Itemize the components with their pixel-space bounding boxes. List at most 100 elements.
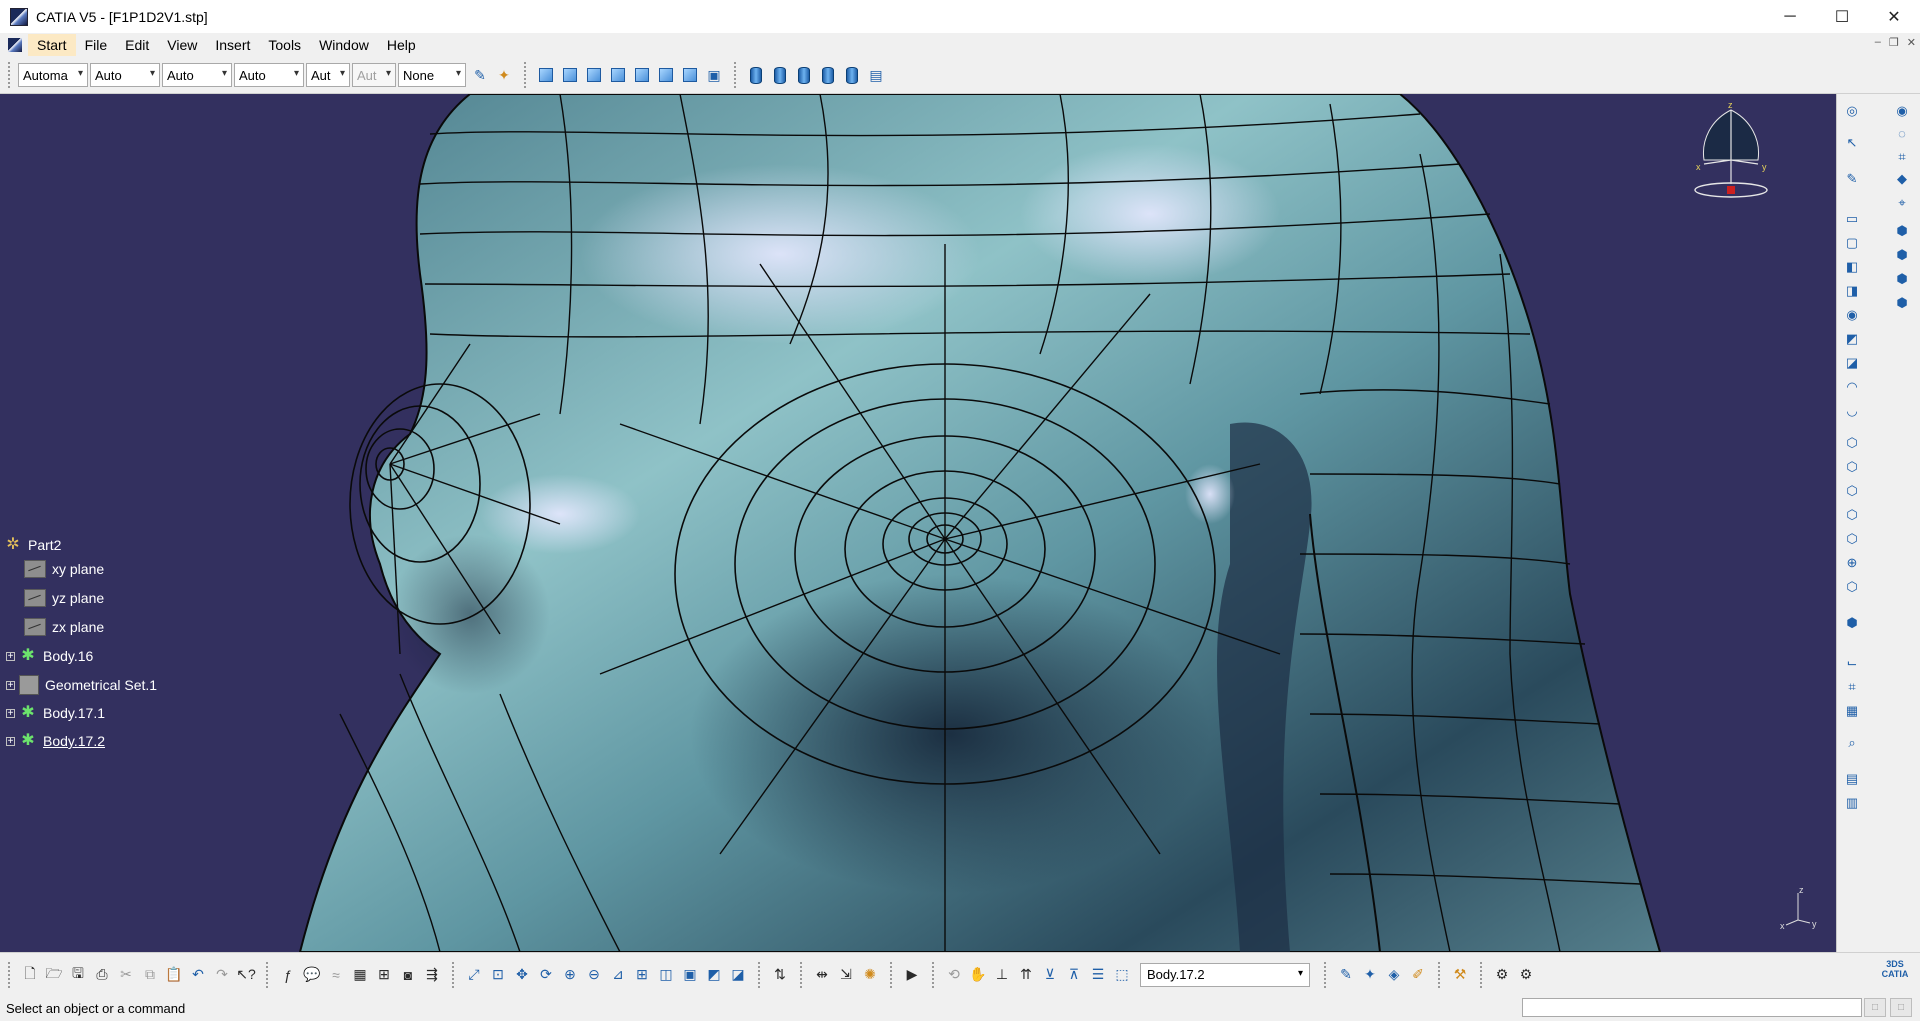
menu-view[interactable]: View: [158, 34, 206, 56]
save-icon[interactable]: 🖫: [68, 965, 88, 985]
expand-icon[interactable]: +: [6, 708, 15, 718]
tree-item-yz-plane[interactable]: yz plane: [24, 587, 104, 609]
measure-between-icon[interactable]: ⇅: [770, 965, 790, 985]
document-menu-icon[interactable]: [8, 37, 22, 52]
coordinates-icon[interactable]: ⇈: [1016, 965, 1036, 985]
render-icon[interactable]: ✦: [1360, 965, 1380, 985]
layer-combo[interactable]: None ▾: [398, 63, 466, 87]
named-views-icon[interactable]: ▣: [704, 65, 724, 85]
add-icon[interactable]: ⬢: [1893, 270, 1911, 288]
tree-item-zx-plane[interactable]: zx plane: [24, 616, 104, 638]
record-icon[interactable]: ◉: [1893, 102, 1911, 120]
expand-icon[interactable]: +: [6, 736, 15, 746]
tree-item-body-16[interactable]: + ✱ Body.16: [6, 645, 93, 667]
assemble-icon[interactable]: ⬢: [1893, 246, 1911, 264]
formula-fx-icon[interactable]: ƒ: [278, 965, 298, 985]
table-icon[interactable]: ▤: [1843, 770, 1861, 788]
paint-icon[interactable]: ✦: [494, 65, 514, 85]
boolean-icon[interactable]: ⬢: [1893, 222, 1911, 240]
status-button-2[interactable]: □: [1890, 998, 1912, 1017]
close-button[interactable]: ✕: [1868, 0, 1920, 33]
line-thickness-combo[interactable]: Auto ▾: [162, 63, 232, 87]
menu-file[interactable]: File: [76, 34, 117, 56]
material-icon[interactable]: ◈: [1384, 965, 1404, 985]
constraint-icon[interactable]: ⌙: [1843, 654, 1861, 672]
update-icon[interactable]: ⇶: [422, 965, 442, 985]
menu-tools[interactable]: Tools: [259, 34, 310, 56]
shading-edges-icon[interactable]: [770, 65, 790, 85]
hand-icon[interactable]: ✋: [968, 965, 988, 985]
catia-app-icon[interactable]: [10, 7, 28, 26]
whats-this-icon[interactable]: ↖?: [236, 965, 256, 985]
pocket-icon[interactable]: ▢: [1843, 234, 1861, 252]
measure-item-icon[interactable]: ⇹: [812, 965, 832, 985]
video-icon[interactable]: ▶: [902, 965, 922, 985]
copy-icon[interactable]: ⧉: [140, 965, 160, 985]
toolbar-grip[interactable]: [266, 961, 272, 988]
thread-icon[interactable]: ⬡: [1843, 506, 1861, 524]
design-table-icon[interactable]: ▦: [350, 965, 370, 985]
rotate-icon[interactable]: ⟳: [536, 965, 556, 985]
sketcher-icon[interactable]: ✎: [1843, 170, 1861, 188]
select-icon[interactable]: ↖: [1843, 134, 1861, 152]
menu-start[interactable]: Start: [28, 33, 76, 56]
toolbar-grip[interactable]: [890, 961, 896, 988]
zoom-out-icon[interactable]: ⊖: [584, 965, 604, 985]
lasso-icon[interactable]: ◌: [1893, 124, 1911, 142]
expand-icon[interactable]: +: [6, 680, 15, 690]
tree-item-body-17-1[interactable]: + ✱ Body.17.1: [6, 702, 105, 724]
view-params-icon[interactable]: ▤: [866, 65, 886, 85]
status-button-1[interactable]: □: [1864, 998, 1886, 1017]
toolbar-grip[interactable]: [8, 62, 14, 88]
line-type-combo[interactable]: Auto ▾: [234, 63, 304, 87]
toolbar-grip[interactable]: [932, 961, 938, 988]
macro-icon[interactable]: ⚙: [1492, 965, 1512, 985]
list-icon[interactable]: ☰: [1088, 965, 1108, 985]
new-file-icon[interactable]: 🗋: [20, 965, 40, 985]
compass-handle[interactable]: [1727, 186, 1735, 194]
pad-icon[interactable]: ▭: [1843, 210, 1861, 228]
print-icon[interactable]: ⎙: [92, 965, 112, 985]
redo-icon[interactable]: ↷: [212, 965, 232, 985]
torso-model-svg[interactable]: [0, 94, 1836, 952]
draft-icon[interactable]: ⬡: [1843, 434, 1861, 452]
align-icon[interactable]: ⊻: [1040, 965, 1060, 985]
hide-show-icon[interactable]: ◩: [704, 965, 724, 985]
swap-visible-icon[interactable]: ◪: [728, 965, 748, 985]
menu-window[interactable]: Window: [310, 34, 378, 56]
fit-all-icon[interactable]: ⊡: [488, 965, 508, 985]
brush-icon[interactable]: ✎: [470, 65, 490, 85]
slot-icon[interactable]: ◪: [1843, 354, 1861, 372]
comment-icon[interactable]: 💬: [302, 965, 322, 985]
chamfer-icon[interactable]: ◡: [1843, 402, 1861, 420]
menu-insert[interactable]: Insert: [206, 34, 259, 56]
tree-item-xy-plane[interactable]: xy plane: [24, 558, 104, 580]
menu-edit[interactable]: Edit: [116, 34, 158, 56]
menu-help[interactable]: Help: [378, 34, 425, 56]
undo-icon[interactable]: ↶: [188, 965, 208, 985]
catalog-icon[interactable]: ◙: [398, 965, 418, 985]
current-body-select[interactable]: Body.17.2 ▾: [1140, 962, 1310, 987]
toolbar-grip[interactable]: [758, 961, 764, 988]
layers-icon[interactable]: ⬚: [1112, 965, 1132, 985]
rotate-view-icon[interactable]: ⟲: [944, 965, 964, 985]
view-right-icon[interactable]: [632, 65, 652, 85]
3d-viewport[interactable]: ✲ Part2 xy plane yz plane zx plane + ✱ B…: [0, 94, 1836, 952]
multi-view-icon[interactable]: ⊞: [632, 965, 652, 985]
shaft-icon[interactable]: ◧: [1843, 258, 1861, 276]
measure-icon[interactable]: ⌗: [1893, 148, 1911, 166]
shading-icon[interactable]: [746, 65, 766, 85]
apply-material-icon[interactable]: ◆: [1893, 170, 1911, 188]
toolbar-grip[interactable]: [800, 961, 806, 988]
view-back-icon[interactable]: [584, 65, 604, 85]
open-file-icon[interactable]: 🗁: [44, 965, 64, 985]
view-iso-icon[interactable]: [536, 65, 556, 85]
tree-item-part2[interactable]: ✲ Part2: [4, 534, 61, 556]
command-input[interactable]: [1522, 998, 1862, 1017]
move-icon[interactable]: ⊕: [1843, 554, 1861, 572]
snap-icon[interactable]: ⊼: [1064, 965, 1084, 985]
fillet-icon[interactable]: ◠: [1843, 378, 1861, 396]
compass-widget[interactable]: z x y: [1686, 100, 1776, 210]
toolbar-grip[interactable]: [452, 961, 458, 988]
hole-feature-icon[interactable]: ◉: [1843, 306, 1861, 324]
